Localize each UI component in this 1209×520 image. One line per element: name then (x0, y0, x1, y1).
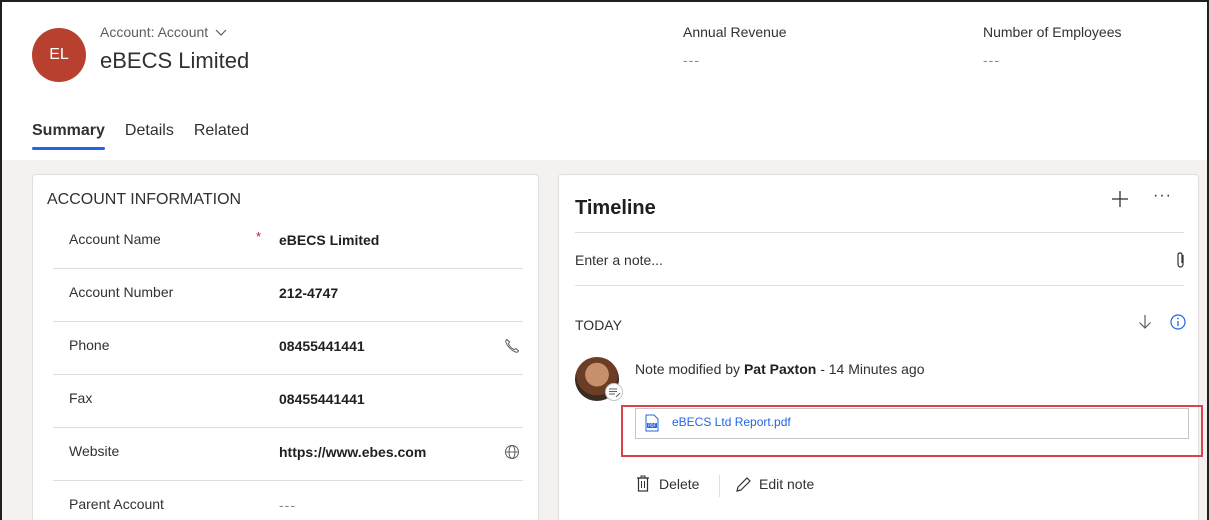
record-header: EL Account: Account eBECS Limited Annual… (2, 2, 1207, 108)
post-timestamp: - 14 Minutes ago (820, 361, 925, 377)
entity-type-label: Account: Account (100, 24, 209, 40)
timeline-section: Timeline ··· TODAY Note modified by Pat … (558, 174, 1203, 520)
attachment-link[interactable]: eBECS Ltd Report.pdf (672, 415, 791, 429)
divider (719, 475, 720, 497)
divider (575, 232, 1184, 233)
field-label: Fax (69, 390, 93, 406)
field-label: Phone (69, 337, 110, 353)
field-value[interactable]: 212-4747 (279, 285, 338, 301)
info-icon[interactable] (1169, 313, 1187, 331)
avatar-initials: EL (49, 46, 69, 63)
field-label: Account Number (69, 284, 174, 300)
delete-button[interactable]: Delete (635, 475, 699, 493)
tab-related[interactable]: Related (194, 122, 249, 150)
field-label: Website (69, 443, 120, 459)
field-website[interactable]: Website https://www.ebes.com (53, 429, 523, 481)
more-options-button[interactable]: ··· (1153, 187, 1172, 205)
pencil-icon (736, 477, 751, 492)
field-fax[interactable]: Fax 08455441441 (53, 376, 523, 428)
header-field-label: Annual Revenue (683, 24, 787, 40)
field-value[interactable]: 08455441441 (279, 391, 365, 407)
note-input[interactable] (575, 239, 1115, 281)
note-icon (605, 383, 623, 401)
header-field-annual-revenue: Annual Revenue --- (683, 24, 787, 68)
tab-summary[interactable]: Summary (32, 122, 105, 150)
entity-type-selector[interactable]: Account: Account (100, 24, 228, 40)
chevron-down-icon (215, 29, 227, 36)
section-title: ACCOUNT INFORMATION (47, 191, 242, 208)
arrow-down-icon[interactable] (1136, 313, 1154, 331)
field-value[interactable]: https://www.ebes.com (279, 444, 426, 460)
header-field-label: Number of Employees (983, 24, 1122, 40)
header-field-value: --- (683, 52, 700, 68)
svg-text:PDF: PDF (648, 423, 656, 428)
globe-icon[interactable] (503, 443, 521, 461)
divider (575, 285, 1184, 286)
timeline-title: Timeline (575, 197, 656, 219)
field-label: Account Name (69, 231, 161, 247)
field-label: Parent Account (69, 496, 164, 512)
edit-note-button[interactable]: Edit note (735, 475, 814, 493)
post-prefix: Note modified by (635, 361, 741, 377)
post-author[interactable]: Pat Paxton (744, 361, 816, 377)
field-account-number[interactable]: Account Number 212-4747 (53, 270, 523, 322)
field-phone[interactable]: Phone 08455441441 (53, 323, 523, 375)
avatar: EL (32, 28, 86, 82)
field-value[interactable]: eBECS Limited (279, 232, 379, 248)
post-header: Note modified by Pat Paxton - 14 Minutes… (635, 361, 925, 377)
field-value[interactable]: --- (279, 497, 296, 513)
header-field-value: --- (983, 52, 1000, 68)
field-value[interactable]: 08455441441 (279, 338, 365, 354)
required-marker: * (256, 229, 262, 244)
page-title: eBECS Limited (100, 48, 250, 73)
phone-icon[interactable] (503, 337, 521, 355)
delete-label: Delete (659, 476, 700, 492)
attachment-icon[interactable] (1173, 251, 1189, 269)
tab-bar: Summary Details Related (32, 122, 249, 150)
trash-icon (637, 475, 649, 492)
edit-note-label: Edit note (759, 476, 815, 492)
add-icon[interactable] (1110, 189, 1130, 209)
tab-details[interactable]: Details (125, 122, 174, 150)
header-field-number-of-employees: Number of Employees --- (983, 24, 1122, 68)
field-parent-account[interactable]: Parent Account --- (53, 482, 523, 520)
pdf-file-icon: PDF (645, 414, 659, 432)
account-information-section: ACCOUNT INFORMATION Account Name * eBECS… (32, 174, 539, 520)
field-account-name[interactable]: Account Name * eBECS Limited (53, 217, 523, 269)
timeline-group-label: TODAY (575, 317, 622, 333)
